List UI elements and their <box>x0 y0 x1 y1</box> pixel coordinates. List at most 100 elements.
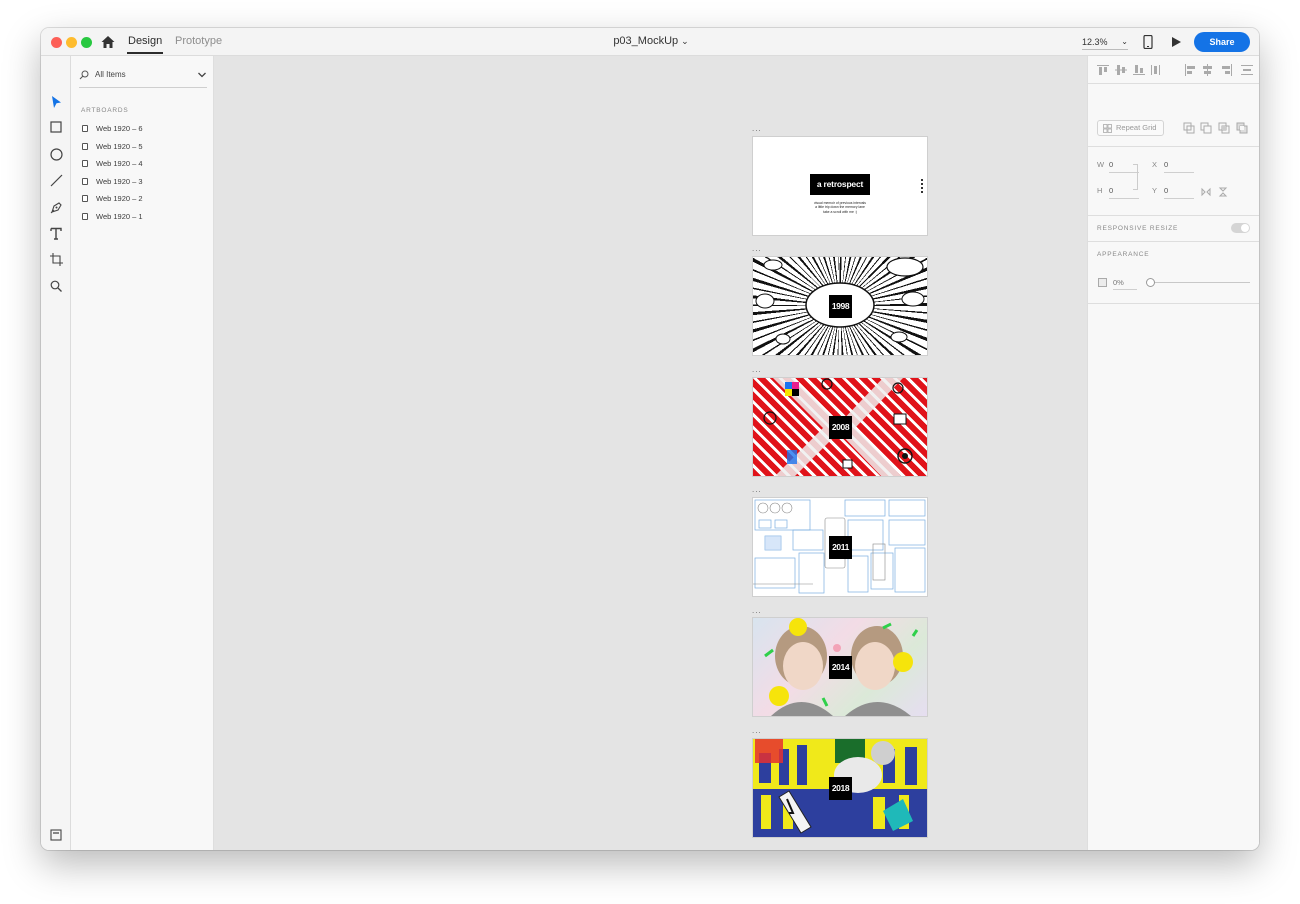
layer-item-label: Web 1920 – 3 <box>96 177 143 186</box>
y-value: 0 <box>1164 186 1194 199</box>
year-badge: 2018 <box>829 777 852 800</box>
year-badge: 2014 <box>829 656 852 679</box>
artboard-handle[interactable]: ... <box>752 607 762 615</box>
title-bar: Design Prototype p03_MockUp ⌄ 12.3% ⌄ Sha… <box>41 28 1259 56</box>
boolean-exclude-icon[interactable] <box>1236 122 1248 134</box>
artboard-handle[interactable]: ... <box>752 245 762 253</box>
layers-panel: All Items ARTBOARDS Web 1920 – 6 Web 192… <box>71 56 214 850</box>
share-button[interactable]: Share <box>1194 32 1250 52</box>
layers-filter-dropdown[interactable]: All Items <box>79 69 207 88</box>
opacity-icon <box>1098 278 1107 287</box>
line-tool-icon[interactable] <box>49 173 63 187</box>
flip-horizontal-icon[interactable] <box>1201 187 1211 197</box>
width-field[interactable]: W 0 <box>1097 160 1139 173</box>
x-label: X <box>1152 160 1158 169</box>
pen-tool-icon[interactable] <box>49 200 63 214</box>
zoom-level-dropdown[interactable]: 12.3% ⌄ <box>1082 37 1128 50</box>
responsive-resize-toggle[interactable] <box>1231 223 1250 233</box>
layer-item-label: Web 1920 – 1 <box>96 212 143 221</box>
artboard-handle[interactable]: ... <box>752 486 762 494</box>
artboards-section-title: ARTBOARDS <box>81 107 129 114</box>
repeat-grid-section: Repeat Grid <box>1088 84 1259 147</box>
artboard-handle[interactable]: ... <box>752 727 762 735</box>
chevron-down-icon <box>198 72 206 78</box>
artboard-2008[interactable]: 2008 <box>753 378 927 476</box>
chevron-down-icon: ⌄ <box>681 36 689 46</box>
x-field[interactable]: X 0 <box>1152 160 1194 173</box>
artboard-1998[interactable]: 1998 <box>753 257 927 355</box>
repeat-grid-icon <box>1103 124 1112 133</box>
height-label: H <box>1097 186 1103 195</box>
artboard-icon <box>82 195 88 202</box>
tab-design[interactable]: Design <box>126 35 164 54</box>
layer-item-label: Web 1920 – 4 <box>96 159 143 168</box>
artboard-handle[interactable]: ... <box>752 125 762 133</box>
responsive-resize-section: RESPONSIVE RESIZE <box>1088 216 1259 242</box>
opacity-slider-knob[interactable] <box>1146 278 1155 287</box>
align-icons <box>1097 64 1253 76</box>
rectangle-tool-icon[interactable] <box>49 120 63 134</box>
artboard-handle[interactable]: ... <box>752 366 762 374</box>
design-canvas[interactable]: ... a retrospect visual memoir of previo… <box>214 56 1087 850</box>
artboard-2014[interactable]: 2014 <box>753 618 927 716</box>
text-tool-icon[interactable] <box>49 226 63 240</box>
artboard-subtitle: visual memoir of previous intervals a li… <box>793 201 887 214</box>
boolean-intersect-icon[interactable] <box>1218 122 1230 134</box>
transform-section: W 0 X 0 H 0 Y 0 <box>1088 147 1259 216</box>
play-preview-icon[interactable] <box>1170 36 1182 48</box>
opacity-input[interactable]: 0% <box>1113 278 1137 290</box>
repeat-grid-label: Repeat Grid <box>1116 123 1157 132</box>
lock-aspect-icon[interactable] <box>1133 164 1138 190</box>
responsive-resize-label: RESPONSIVE RESIZE <box>1097 225 1179 232</box>
layer-item-label: Web 1920 – 5 <box>96 142 143 151</box>
zoom-level-value: 12.3% <box>1082 37 1108 47</box>
assets-panel-icon[interactable] <box>49 828 63 842</box>
y-label: Y <box>1152 186 1158 195</box>
subtitle-line: take a scroll with me :) <box>823 209 857 214</box>
width-label: W <box>1097 160 1105 169</box>
home-icon[interactable] <box>100 34 116 50</box>
opacity-slider[interactable] <box>1146 278 1250 287</box>
layer-item-label: Web 1920 – 6 <box>96 124 143 133</box>
x-value: 0 <box>1164 160 1194 173</box>
toggle-knob <box>1241 224 1249 232</box>
artboard-icon <box>82 160 88 167</box>
height-field[interactable]: H 0 <box>1097 186 1139 199</box>
close-window-button[interactable] <box>51 37 62 48</box>
app-window: Design Prototype p03_MockUp ⌄ 12.3% ⌄ Sha… <box>41 28 1259 850</box>
layer-item-label: Web 1920 – 2 <box>96 194 143 203</box>
artboard-retrospect[interactable]: a retrospect visual memoir of previous i… <box>753 137 927 235</box>
appearance-section: APPEARANCE 0% <box>1088 242 1259 304</box>
document-title-menu[interactable]: p03_MockUp ⌄ <box>586 35 716 47</box>
search-icon <box>79 70 89 80</box>
y-field[interactable]: Y 0 <box>1152 186 1194 199</box>
property-inspector: Repeat Grid W 0 X 0 H 0 Y 0 RESPONSIVE R… <box>1087 56 1259 850</box>
boolean-subtract-icon[interactable] <box>1200 122 1212 134</box>
appearance-label: APPEARANCE <box>1097 251 1150 258</box>
artboard-2011[interactable]: 2011 <box>753 498 927 596</box>
artboard-tool-icon[interactable] <box>49 252 63 266</box>
artboard-icon <box>82 213 88 220</box>
artboard-2018[interactable]: 2018 <box>753 739 927 837</box>
flip-vertical-icon[interactable] <box>1218 187 1228 197</box>
zoom-tool-icon[interactable] <box>49 279 63 293</box>
scroll-indicator <box>921 179 923 193</box>
year-badge: 2011 <box>829 536 852 559</box>
tab-prototype[interactable]: Prototype <box>175 35 222 47</box>
repeat-grid-button[interactable]: Repeat Grid <box>1097 120 1164 136</box>
layers-filter-label: All Items <box>95 70 126 79</box>
tool-bar <box>41 56 71 850</box>
zoom-window-button[interactable] <box>81 37 92 48</box>
boolean-add-icon[interactable] <box>1183 122 1195 134</box>
align-section <box>1088 56 1259 84</box>
year-badge: 1998 <box>829 295 852 318</box>
ellipse-tool-icon[interactable] <box>49 147 63 161</box>
artboard-icon <box>82 143 88 150</box>
device-preview-icon[interactable] <box>1143 35 1153 49</box>
select-tool-icon[interactable] <box>49 95 63 109</box>
document-title: p03_MockUp <box>613 35 679 47</box>
minimize-window-button[interactable] <box>66 37 77 48</box>
year-badge: 2008 <box>829 416 852 439</box>
artboard-icon <box>82 125 88 132</box>
chevron-down-icon: ⌄ <box>1121 37 1128 46</box>
